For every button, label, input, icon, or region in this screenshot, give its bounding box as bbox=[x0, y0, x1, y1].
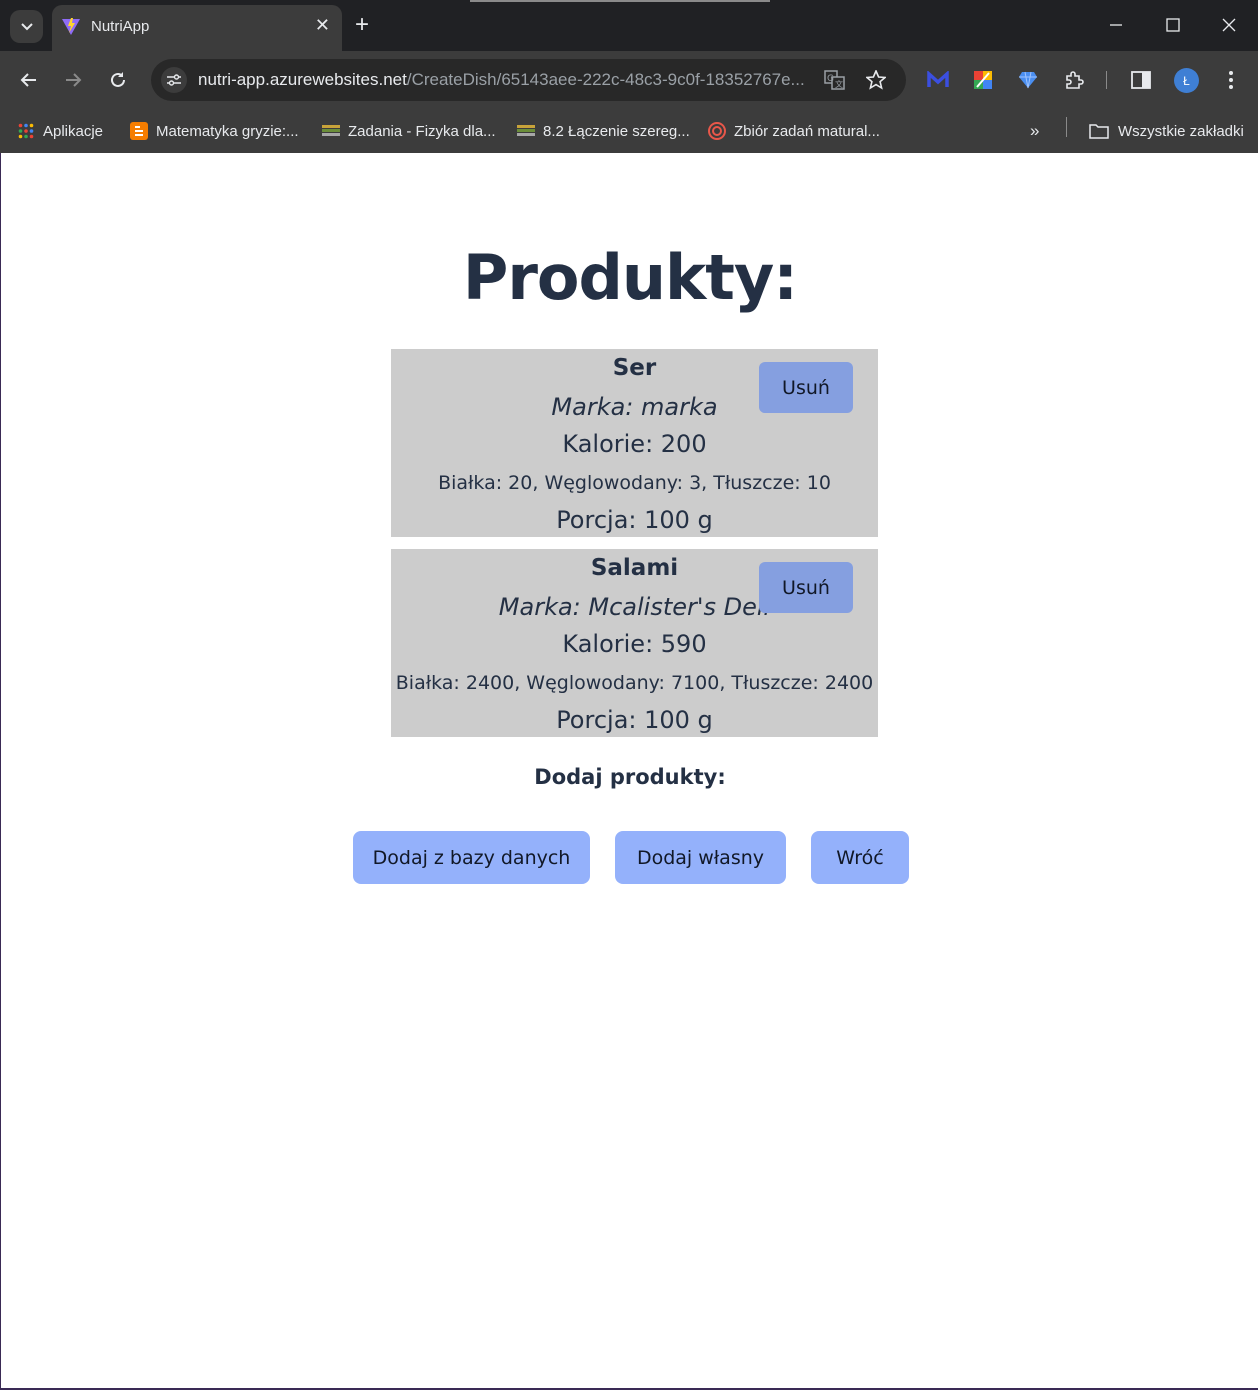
url-text: nutri-app.azurewebsites.net/CreateDish/6… bbox=[198, 70, 805, 90]
bookmark-item[interactable]: Matematyka gryzie:... bbox=[130, 118, 299, 144]
back-arrow-icon[interactable] bbox=[14, 65, 44, 95]
extension-m-icon[interactable] bbox=[926, 68, 950, 92]
url-path: /CreateDish/65143aee-222c-48c3-9c0f-1835… bbox=[406, 70, 805, 89]
vite-logo-icon bbox=[62, 18, 80, 35]
browser-toolbar: nutri-app.azurewebsites.net/CreateDish/6… bbox=[0, 51, 1258, 109]
bookmarks-divider bbox=[1066, 117, 1067, 137]
forward-arrow-icon[interactable] bbox=[58, 65, 88, 95]
page-title: Produkty: bbox=[462, 241, 798, 314]
product-card: Salami Marka: Mcalister's Deli Kalorie: … bbox=[391, 549, 878, 737]
side-panel-icon[interactable] bbox=[1129, 68, 1153, 92]
bookmark-item[interactable]: Zbiór zadań matural... bbox=[708, 118, 880, 144]
add-from-database-button[interactable]: Dodaj z bazy danych bbox=[353, 831, 590, 884]
bookmark-item[interactable]: Zadania - Fizyka dla... bbox=[322, 118, 496, 144]
books-icon bbox=[322, 122, 340, 140]
reload-icon[interactable] bbox=[103, 65, 133, 95]
profile-avatar[interactable]: Ł bbox=[1174, 68, 1199, 93]
back-button[interactable]: Wróć bbox=[811, 831, 909, 884]
add-products-heading: Dodaj produkty: bbox=[534, 765, 726, 789]
bookmark-item[interactable]: 8.2 Łączenie szereg... bbox=[517, 118, 690, 144]
chevron-down-icon bbox=[20, 22, 33, 30]
all-bookmarks-label: Wszystkie zakładki bbox=[1118, 122, 1244, 140]
product-macros: Białka: 2400, Węglowodany: 7100, Tłuszcz… bbox=[395, 672, 874, 694]
bookmark-item[interactable]: Aplikacje bbox=[17, 118, 103, 144]
bookmark-star-icon[interactable] bbox=[864, 69, 888, 91]
product-portion: Porcja: 100 g bbox=[556, 506, 713, 534]
product-calories: Kalorie: 200 bbox=[562, 430, 707, 458]
product-card: Ser Marka: marka Kalorie: 200 Białka: 20… bbox=[391, 349, 878, 537]
toolbar-divider bbox=[1106, 71, 1107, 89]
tab-title: NutriApp bbox=[91, 18, 150, 35]
product-macros: Białka: 20, Węglowodany: 3, Tłuszcze: 10 bbox=[438, 472, 831, 494]
product-portion: Porcja: 100 g bbox=[556, 706, 713, 734]
remove-product-button[interactable]: Usuń bbox=[759, 562, 853, 613]
all-bookmarks-folder[interactable]: Wszystkie zakładki bbox=[1088, 118, 1244, 144]
product-calories: Kalorie: 590 bbox=[562, 630, 707, 658]
blogger-icon bbox=[130, 122, 148, 140]
extension-color-icon[interactable] bbox=[971, 68, 995, 92]
bookmark-label: Matematyka gryzie:... bbox=[156, 122, 299, 140]
page-content: Produkty: Ser Marka: marka Kalorie: 200 … bbox=[0, 153, 1258, 1390]
bookmark-label: Zbiór zadań matural... bbox=[734, 122, 880, 140]
translate-icon[interactable]: G文 bbox=[823, 69, 847, 91]
svg-text:G: G bbox=[827, 74, 834, 84]
tab-strip-indicator bbox=[470, 0, 770, 2]
extension-diamond-icon[interactable] bbox=[1016, 68, 1040, 92]
tab-strip: NutriApp ✕ + bbox=[0, 0, 1258, 51]
minimize-icon[interactable] bbox=[1101, 10, 1131, 40]
extensions-puzzle-icon[interactable] bbox=[1062, 68, 1086, 92]
remove-product-button[interactable]: Usuń bbox=[759, 362, 853, 413]
bookmarks-bar: Aplikacje Matematyka gryzie:... Zadania … bbox=[0, 109, 1258, 153]
target-icon bbox=[708, 122, 726, 140]
url-domain: nutri-app.azurewebsites.net bbox=[198, 70, 407, 89]
browser-tab[interactable]: NutriApp ✕ bbox=[52, 5, 342, 51]
bookmark-label: Zadania - Fizyka dla... bbox=[348, 122, 496, 140]
maximize-icon[interactable] bbox=[1158, 10, 1188, 40]
apps-grid-icon bbox=[17, 122, 35, 140]
tab-search-button[interactable] bbox=[10, 10, 43, 43]
bookmark-label: Aplikacje bbox=[43, 122, 104, 140]
new-tab-button[interactable]: + bbox=[355, 12, 369, 38]
folder-icon bbox=[1088, 122, 1110, 140]
svg-text:文: 文 bbox=[835, 79, 843, 89]
site-settings-icon[interactable] bbox=[161, 67, 187, 93]
close-tab-icon[interactable]: ✕ bbox=[315, 15, 330, 35]
bookmark-label: 8.2 Łączenie szereg... bbox=[543, 122, 690, 140]
add-custom-button[interactable]: Dodaj własny bbox=[615, 831, 786, 884]
address-bar[interactable]: nutri-app.azurewebsites.net/CreateDish/6… bbox=[151, 59, 906, 101]
close-window-icon[interactable] bbox=[1214, 10, 1244, 40]
books-icon bbox=[517, 122, 535, 140]
more-bookmarks-chevron-icon[interactable]: » bbox=[1030, 118, 1039, 144]
menu-kebab-icon[interactable] bbox=[1219, 68, 1243, 92]
